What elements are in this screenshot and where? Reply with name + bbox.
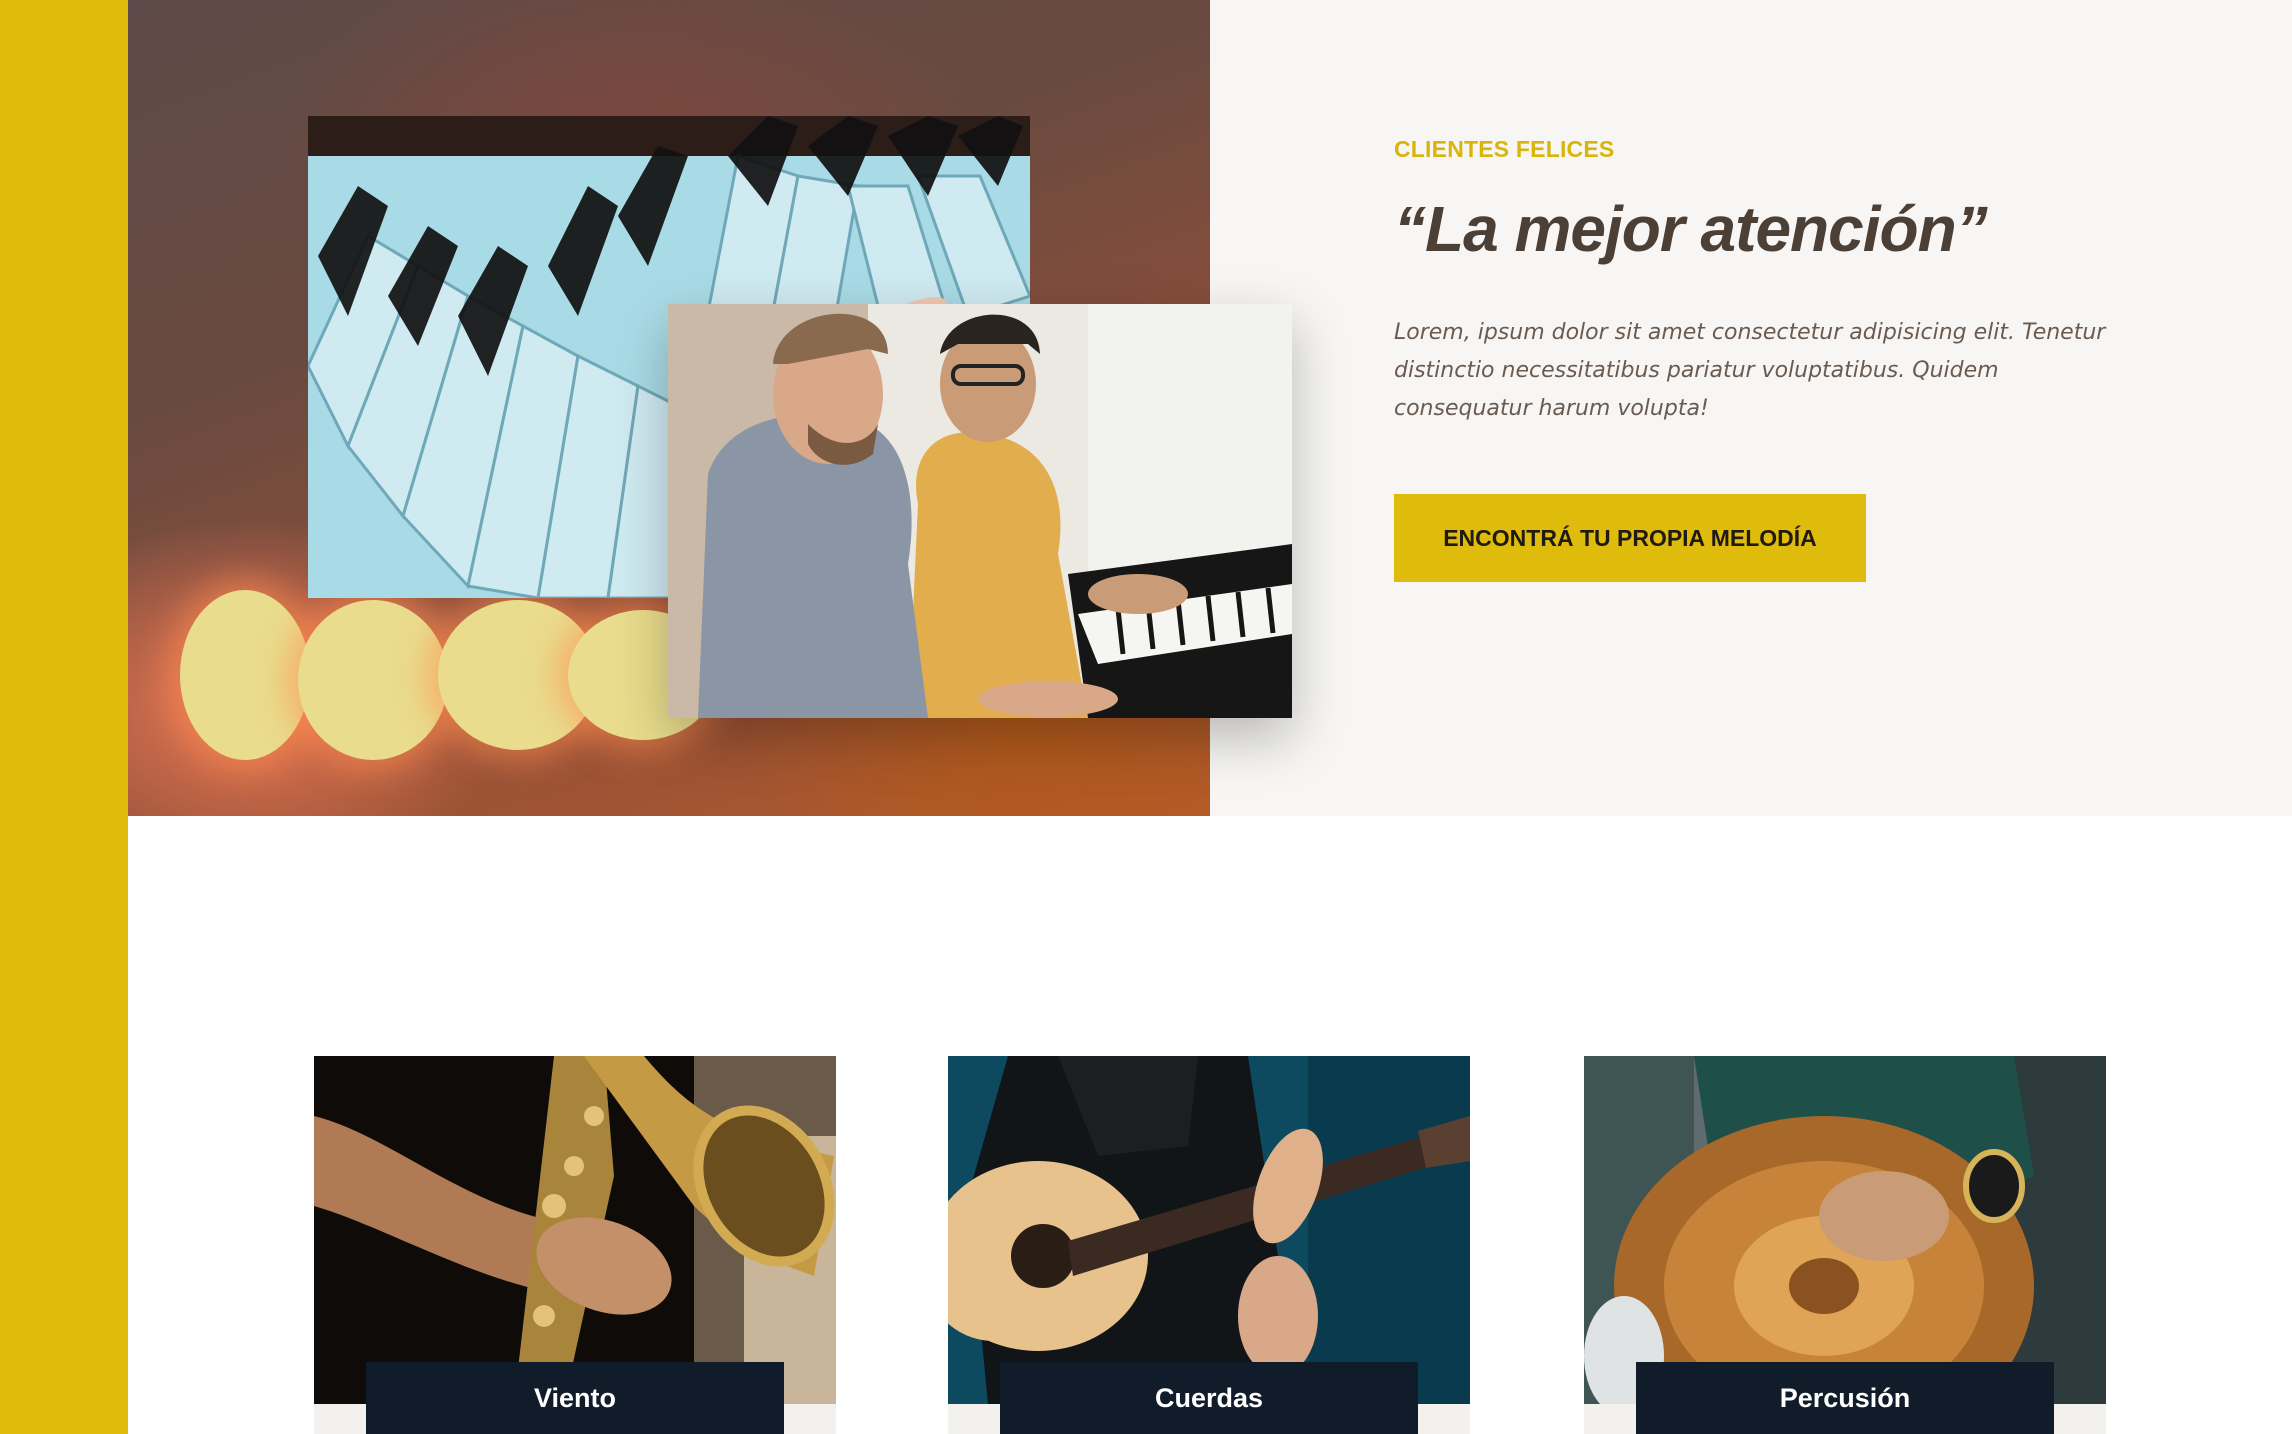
section-eyebrow: CLIENTES FELICES [1394, 136, 1615, 162]
find-melody-button[interactable]: ENCONTRÁ TU PROPIA MELODÍA [1394, 494, 1866, 582]
category-label[interactable]: Percusión [1636, 1362, 2054, 1434]
saxophone-photo [314, 1056, 836, 1404]
guitar-photo [948, 1056, 1470, 1404]
category-label[interactable]: Cuerdas [1000, 1362, 1418, 1434]
bokeh-light [180, 590, 310, 760]
cymbal-photo [1584, 1056, 2106, 1404]
testimonial-body: Lorem, ipsum dolor sit amet consectetur … [1394, 320, 2106, 421]
testimonial-quote: “La mejor atención” [1394, 193, 1988, 265]
bokeh-light [298, 600, 448, 760]
piano-lesson-photo [668, 304, 1292, 718]
category-label[interactable]: Viento [366, 1362, 784, 1434]
category-card-viento[interactable]: Viento [314, 1056, 836, 1434]
accent-sidebar [0, 0, 128, 1434]
category-card-cuerdas[interactable]: Cuerdas [948, 1056, 1470, 1434]
category-card-percusion[interactable]: Percusión [1584, 1056, 2106, 1434]
